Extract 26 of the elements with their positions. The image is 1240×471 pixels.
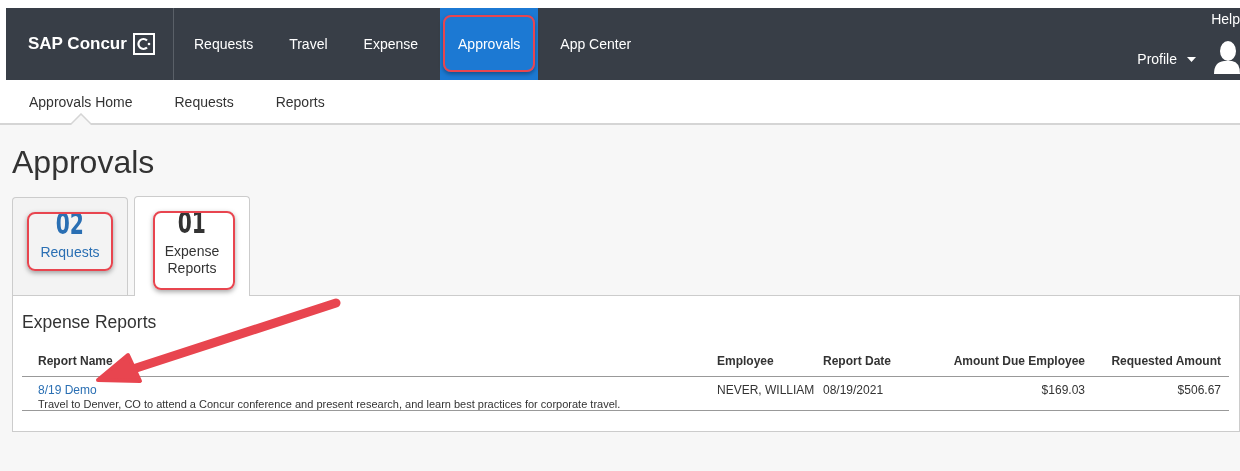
nav-tab[interactable]: Requests	[176, 8, 272, 80]
nav-tab[interactable]: App Center	[542, 8, 650, 80]
subnav-link[interactable]: Requests	[153, 80, 255, 123]
section-title: Expense Reports	[22, 312, 158, 332]
page-title: Approvals	[12, 143, 156, 181]
column-header: Employee	[717, 336, 823, 377]
column-header: Requested Amount	[1093, 336, 1229, 377]
brand-name: SAP Concur	[28, 34, 127, 54]
logo-icon	[132, 33, 155, 55]
column-header: Amount Due Employee	[927, 336, 1093, 377]
nav-tab[interactable]: Approvals	[440, 8, 539, 80]
nav-tab[interactable]: Expense	[345, 8, 437, 80]
column-header: Report Date	[823, 336, 927, 377]
help-menu[interactable]: Help	[1211, 11, 1240, 27]
report-description: Travel to Denver, CO to attend a Concur conference and present research, and learn best practices for corporate travel.	[38, 397, 622, 411]
subnav-link[interactable]: Approvals Home	[8, 80, 154, 123]
table-cell: 08/19/2021	[823, 377, 927, 411]
report-link[interactable]: 8/19 Demo	[38, 383, 717, 397]
nav-tab[interactable]: Travel	[271, 8, 346, 80]
table-cell: $169.03	[927, 377, 1093, 411]
profile-menu[interactable]: Profile	[1137, 51, 1196, 67]
table-cell: NEVER, WILLIAM	[717, 377, 823, 411]
avatar-icon[interactable]	[1212, 40, 1240, 76]
caret-icon	[1187, 56, 1196, 62]
table-cell: $506.67	[1093, 377, 1229, 411]
subnav-link[interactable]: Reports	[254, 80, 346, 123]
